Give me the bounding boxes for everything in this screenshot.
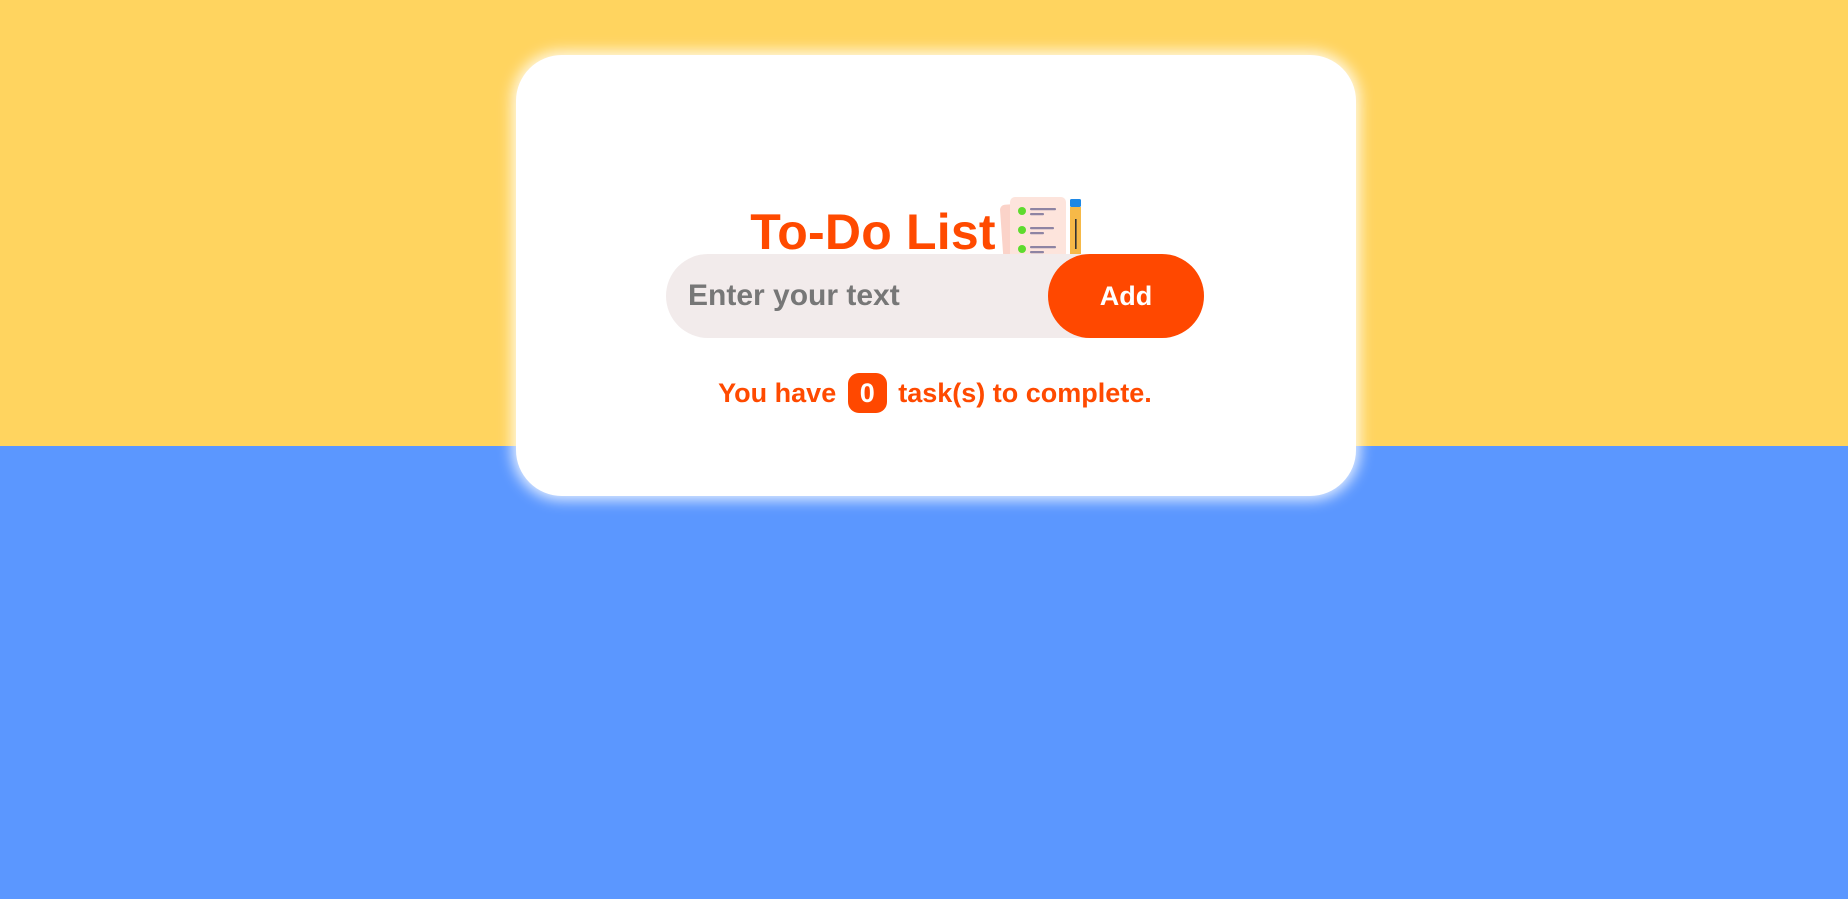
input-row: Add: [666, 254, 1204, 338]
task-count-badge: 0: [847, 373, 887, 413]
background-bottom: [0, 446, 1848, 899]
todo-card: To-Do List Add You ha: [516, 55, 1356, 496]
status-prefix: You have: [718, 378, 837, 408]
status-suffix: task(s) to complete.: [898, 378, 1152, 408]
task-count-status: You have 0 task(s) to complete.: [515, 373, 1355, 413]
page-title: To-Do List: [750, 204, 996, 260]
add-button[interactable]: Add: [1048, 254, 1204, 338]
